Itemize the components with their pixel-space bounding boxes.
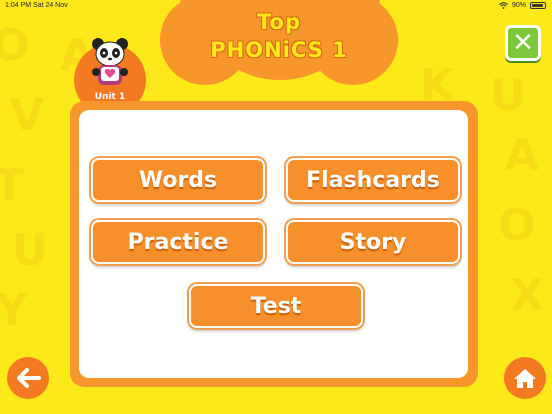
story-button[interactable]: Story (286, 220, 460, 264)
title-cloud: Top PHONiCS 1 (160, 0, 398, 85)
words-button[interactable]: Words (91, 158, 265, 202)
app-title-line2: PHONiCS 1 (210, 38, 348, 62)
status-time: 1:04 PM (5, 2, 32, 9)
battery-icon (530, 2, 546, 9)
status-battery-percent: 90% (511, 2, 526, 9)
wifi-icon (499, 2, 508, 9)
close-button[interactable]: ✕ (505, 25, 541, 61)
back-button[interactable] (7, 357, 49, 399)
back-arrow-icon (17, 368, 41, 388)
home-button[interactable] (504, 357, 546, 399)
app-title-line1: Top (257, 10, 301, 34)
test-button[interactable]: Test (189, 284, 363, 328)
status-date: Sat 24 Nov (33, 2, 68, 9)
flashcards-button[interactable]: Flashcards (286, 158, 460, 202)
panda-mascot-icon (92, 38, 128, 85)
close-icon: ✕ (512, 28, 534, 58)
home-icon (514, 369, 536, 388)
practice-button[interactable]: Practice (91, 220, 265, 264)
